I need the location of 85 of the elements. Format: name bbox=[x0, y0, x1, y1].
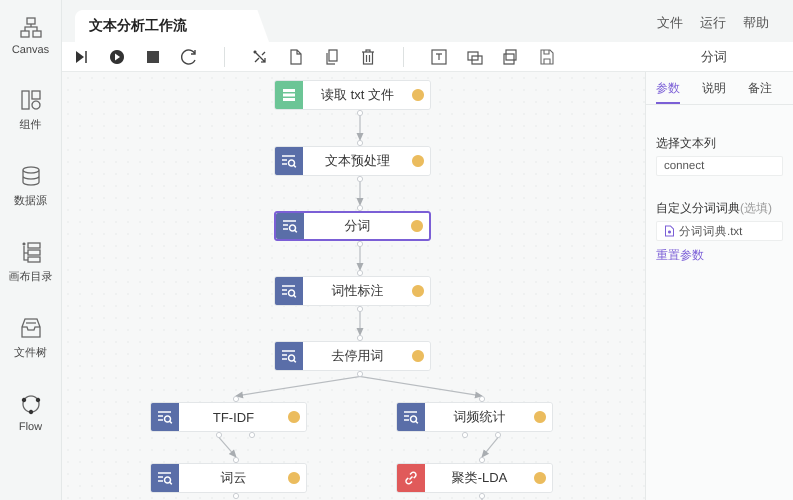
node-label: 分词 bbox=[344, 217, 372, 235]
flow-node[interactable]: 分词 bbox=[274, 211, 431, 241]
input-field[interactable]: connect bbox=[656, 156, 783, 176]
layout-icon bbox=[20, 89, 42, 111]
panel-tab[interactable]: 备注 bbox=[748, 80, 772, 104]
nodes-icon bbox=[20, 393, 42, 415]
node-label: 读取 txt 文件 bbox=[320, 86, 395, 104]
delete-icon[interactable] bbox=[359, 48, 377, 66]
sidebar-item[interactable]: 画布目录 bbox=[2, 241, 60, 284]
flow-node[interactable]: 词云 bbox=[150, 463, 307, 493]
edge-arrow bbox=[356, 182, 364, 206]
flow-node[interactable]: 词性标注 bbox=[274, 276, 431, 306]
output-port[interactable] bbox=[357, 110, 363, 116]
input-port[interactable] bbox=[357, 205, 363, 211]
panel-tab[interactable]: 参数 bbox=[656, 80, 680, 104]
flow-node[interactable]: 读取 txt 文件 bbox=[274, 80, 431, 110]
node-label: 词频统计 bbox=[452, 408, 506, 426]
edge-arrow bbox=[356, 246, 364, 271]
status-dot bbox=[412, 155, 424, 167]
node-label: 词云 bbox=[220, 469, 248, 487]
sidebar-item[interactable]: Flow bbox=[2, 393, 60, 433]
sidebar-item[interactable]: 数据源 bbox=[2, 165, 60, 208]
field-label: 自定义分词词典 bbox=[656, 201, 740, 215]
flow-node[interactable]: 文本预处理 bbox=[274, 146, 431, 176]
inbox-icon bbox=[20, 317, 42, 339]
hierarchy-icon bbox=[20, 16, 42, 38]
output-port[interactable] bbox=[357, 241, 363, 247]
node-label: 去停用词 bbox=[330, 347, 384, 365]
file-field[interactable]: 分词词典.txt bbox=[656, 221, 783, 241]
status-dot bbox=[288, 411, 300, 423]
flow-node[interactable]: TF-IDF bbox=[150, 402, 307, 432]
menu-item[interactable]: 运行 bbox=[700, 14, 726, 32]
status-dot bbox=[288, 472, 300, 484]
flow-node[interactable]: 词频统计 bbox=[396, 402, 553, 432]
node-label: 聚类-LDA bbox=[450, 469, 508, 487]
output-port[interactable] bbox=[249, 432, 255, 438]
status-dot bbox=[411, 220, 423, 232]
play-icon[interactable] bbox=[108, 48, 126, 66]
edge-arrow bbox=[356, 116, 364, 141]
edge-line bbox=[481, 499, 483, 500]
input-port[interactable] bbox=[233, 457, 239, 463]
menu-item[interactable]: 帮助 bbox=[743, 14, 769, 32]
input-port[interactable] bbox=[479, 457, 485, 463]
output-port[interactable] bbox=[216, 432, 222, 438]
status-dot bbox=[534, 472, 546, 484]
flow-node[interactable]: 去停用词 bbox=[274, 341, 431, 371]
edge-arrow bbox=[356, 312, 364, 336]
document-tab[interactable]: 文本分析工作流 bbox=[75, 10, 269, 42]
input-port[interactable] bbox=[233, 396, 239, 402]
edge-arrow bbox=[481, 437, 498, 458]
outline-icon bbox=[20, 241, 42, 263]
field-label: 选择文本列 bbox=[656, 135, 717, 152]
output-port[interactable] bbox=[357, 176, 363, 182]
output-port[interactable] bbox=[233, 493, 239, 499]
input-port[interactable] bbox=[357, 270, 363, 276]
field-hint: (选填) bbox=[740, 201, 772, 215]
output-port[interactable] bbox=[479, 493, 485, 499]
status-dot bbox=[534, 411, 546, 423]
selected-node-label: 分词 bbox=[701, 48, 727, 66]
output-port[interactable] bbox=[357, 306, 363, 312]
sidebar-item[interactable]: 组件 bbox=[2, 89, 60, 132]
status-dot bbox=[412, 350, 424, 362]
file-icon bbox=[664, 225, 675, 237]
reset-link[interactable]: 重置参数 bbox=[656, 247, 783, 264]
database-icon bbox=[20, 165, 42, 187]
input-port[interactable] bbox=[357, 335, 363, 341]
text-box-icon[interactable] bbox=[430, 48, 448, 66]
flow-node[interactable]: 聚类-LDA bbox=[396, 463, 553, 493]
output-port[interactable] bbox=[357, 371, 363, 377]
menu-item[interactable]: 文件 bbox=[657, 14, 683, 32]
sidebar-item[interactable]: Canvas bbox=[2, 16, 60, 56]
edge-arrow bbox=[218, 437, 237, 458]
node-label: 文本预处理 bbox=[324, 152, 391, 170]
status-dot bbox=[412, 89, 424, 101]
panel-tab[interactable]: 说明 bbox=[702, 80, 726, 104]
input-port[interactable] bbox=[357, 140, 363, 146]
sidebar-item[interactable]: 文件树 bbox=[2, 317, 60, 360]
output-port[interactable] bbox=[495, 432, 501, 438]
node-label: 词性标注 bbox=[330, 282, 384, 300]
input-port[interactable] bbox=[479, 396, 485, 402]
node-label: TF-IDF bbox=[212, 410, 256, 424]
output-port[interactable] bbox=[462, 432, 468, 438]
save-icon[interactable] bbox=[538, 48, 556, 66]
status-dot bbox=[412, 285, 424, 297]
refresh-icon[interactable] bbox=[180, 48, 198, 66]
